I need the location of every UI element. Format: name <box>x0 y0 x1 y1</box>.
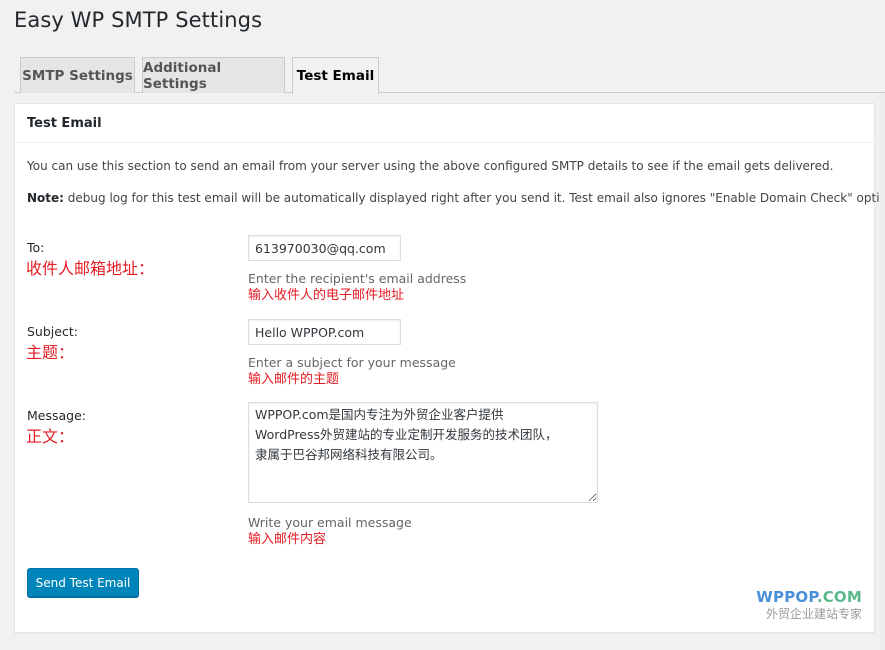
subject-description-cn: 输入邮件的主题 <box>248 372 340 387</box>
tab-test-email[interactable]: Test Email <box>292 57 379 94</box>
page-title: Easy WP SMTP Settings <box>14 8 263 32</box>
to-email-input[interactable] <box>248 235 401 261</box>
to-description-cn: 输入收件人的电子邮件地址 <box>248 288 405 303</box>
message-label-cn: 正文： <box>26 427 75 446</box>
subject-description: Enter a subject for your message <box>248 355 456 370</box>
message-description-cn: 输入邮件内容 <box>248 532 327 547</box>
watermark: WPPOP.COM 外贸企业建站专家 <box>756 588 862 622</box>
message-textarea[interactable] <box>248 402 598 503</box>
settings-page: Easy WP SMTP Settings SMTP Settings Addi… <box>0 0 885 650</box>
watermark-brand-name: WPPOP <box>756 588 817 606</box>
note-body: debug log for this test email will be au… <box>63 191 885 205</box>
test-email-panel: Test Email You can use this section to s… <box>14 103 885 633</box>
intro-text: You can use this section to send an emai… <box>27 159 834 173</box>
watermark-brand-domain: .COM <box>816 588 862 606</box>
settings-tabs: SMTP Settings Additional Settings Test E… <box>14 57 885 94</box>
note-label: Note: <box>27 191 64 205</box>
to-label: To: <box>27 240 45 255</box>
tab-additional-settings[interactable]: Additional Settings <box>142 57 285 93</box>
message-description: Write your email message <box>248 515 412 530</box>
subject-label: Subject: <box>27 324 78 339</box>
panel-header: Test Email <box>15 104 874 143</box>
tab-smtp-settings[interactable]: SMTP Settings <box>20 57 135 93</box>
subject-label-cn: 主题： <box>26 343 75 362</box>
to-label-cn: 收件人邮箱地址： <box>26 259 155 278</box>
watermark-brand: WPPOP.COM <box>756 588 862 606</box>
send-test-email-button[interactable]: Send Test Email <box>27 568 139 597</box>
note-text: Note: debug log for this test email will… <box>27 190 885 206</box>
watermark-tagline: 外贸企业建站专家 <box>765 607 862 621</box>
panel-title: Test Email <box>27 115 102 131</box>
subject-input[interactable] <box>248 319 401 345</box>
message-label: Message: <box>27 408 86 423</box>
page-scrollbar[interactable] <box>880 93 885 650</box>
to-description: Enter the recipient's email address <box>248 271 467 286</box>
